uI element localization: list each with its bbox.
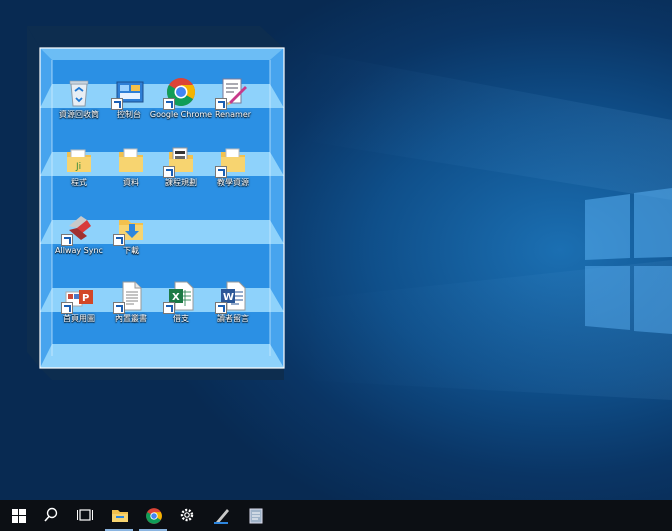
task-view-button[interactable] — [68, 500, 102, 531]
renamer-icon — [215, 76, 249, 110]
svg-text:Ji: Ji — [75, 162, 81, 172]
icon-label: 下載 — [123, 246, 139, 255]
folder-programs-icon: Ji — [63, 144, 95, 176]
svg-text:P: P — [82, 293, 89, 304]
chrome-icon — [163, 76, 197, 110]
taskbar-notepad-app[interactable] — [238, 500, 272, 531]
search-button[interactable] — [34, 500, 68, 531]
folder-teaching-icon — [215, 144, 249, 178]
icon-label: 教學資源 — [217, 178, 249, 187]
folder-course-icon — [163, 144, 197, 178]
notepad-app-icon — [249, 508, 263, 524]
start-button[interactable] — [2, 500, 36, 531]
chrome-icon — [146, 508, 162, 524]
shortcut-arrow-icon — [163, 98, 175, 110]
taskbar-settings[interactable] — [170, 500, 204, 531]
icon-label: 讀者留言 — [217, 314, 249, 323]
desktop-icon-recycle-bin[interactable]: 資源回收筒 — [52, 76, 106, 142]
allway-sync-icon — [61, 212, 95, 246]
shortcut-arrow-icon — [215, 166, 227, 178]
desktop-icon-teaching-folder[interactable]: 教學資源 — [206, 144, 260, 210]
folder-data-icon — [115, 144, 147, 176]
task-view-icon — [77, 509, 93, 521]
recycle-bin-icon — [63, 76, 95, 108]
desktop: 資源回收筒 控制台 Google Chrome Renamer Ji 程式 資料… — [0, 0, 672, 531]
taskbar — [0, 500, 672, 531]
desktop-icon-text-file[interactable]: 內置叢書 — [104, 280, 158, 346]
desktop-icon-course-folder[interactable]: 課程規劃 — [154, 144, 208, 210]
desktop-icon-renamer[interactable]: Renamer — [206, 76, 260, 142]
shortcut-arrow-icon — [215, 98, 227, 110]
desktop-icon-data-folder[interactable]: 資料 — [104, 144, 158, 210]
control-panel-icon — [111, 76, 145, 110]
shortcut-arrow-icon — [113, 234, 125, 246]
shortcut-arrow-icon — [111, 98, 123, 110]
desktop-icon-homepage-images[interactable]: P 首頁用圖 — [52, 280, 106, 346]
desktop-icon-programs-folder[interactable]: Ji 程式 — [52, 144, 106, 210]
desktop-icon-word-file[interactable]: W 讀者留言 — [206, 280, 260, 346]
taskbar-pen-app[interactable] — [204, 500, 238, 531]
shortcut-arrow-icon — [61, 234, 73, 246]
shortcut-arrow-icon — [163, 166, 175, 178]
desktop-icon-control-panel[interactable]: 控制台 — [102, 76, 156, 142]
desktop-icon-excel-file[interactable]: X 借支 — [154, 280, 208, 346]
powerpoint-file-icon: P — [61, 280, 95, 314]
excel-file-icon: X — [163, 280, 197, 314]
taskbar-chrome[interactable] — [136, 500, 170, 531]
shortcut-arrow-icon — [61, 302, 73, 314]
desktop-icon-chrome[interactable]: Google Chrome — [150, 76, 212, 142]
word-file-icon: W — [215, 280, 249, 314]
file-explorer-icon — [112, 510, 128, 522]
pen-app-icon — [214, 509, 229, 524]
icon-label: Renamer — [214, 110, 252, 119]
downloads-folder-icon — [113, 212, 147, 246]
text-file-icon — [113, 280, 147, 314]
desktop-icon-allway-sync[interactable]: Allway Sync — [52, 212, 106, 278]
desktop-icon-downloads[interactable]: 下載 — [104, 212, 158, 278]
shortcut-arrow-icon — [113, 302, 125, 314]
taskbar-file-explorer[interactable] — [102, 500, 136, 531]
start-icon — [12, 509, 26, 523]
shortcut-arrow-icon — [215, 302, 227, 314]
shortcut-arrow-icon — [163, 302, 175, 314]
settings-gear-icon — [180, 508, 194, 522]
search-icon — [44, 507, 58, 522]
